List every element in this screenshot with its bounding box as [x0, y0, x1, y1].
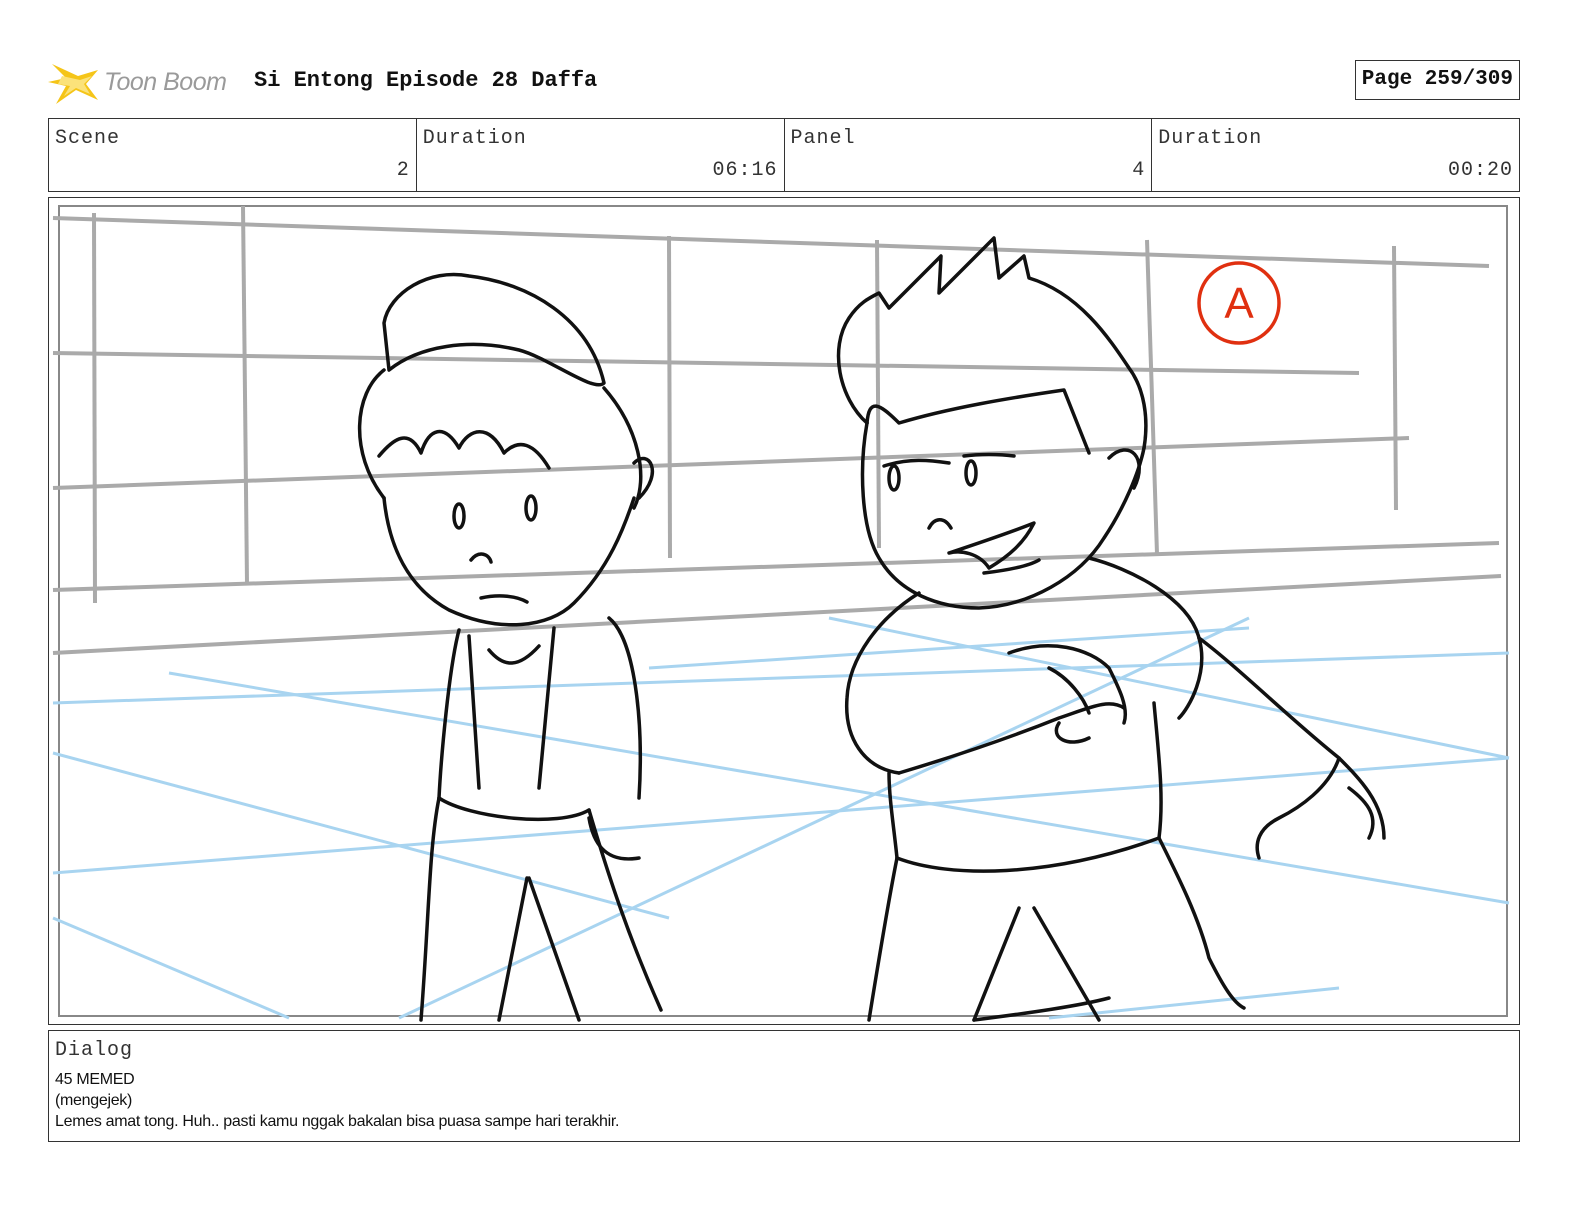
page-header: Toon Boom Si Entong Episode 28 Daffa Pag… [48, 52, 1520, 108]
panel-cell: Panel 4 [785, 119, 1153, 191]
scene-cell: Scene 2 [49, 119, 417, 191]
scene-info-row: Scene 2 Duration 06:16 Panel 4 Duration … [48, 118, 1520, 192]
scene-duration-value: 06:16 [712, 159, 778, 182]
scene-value: 2 [396, 159, 410, 182]
panel-value: 4 [1132, 159, 1146, 182]
angle-marker: A [1197, 261, 1281, 345]
panel-sketch: A [52, 205, 1510, 1022]
document-title: Si Entong Episode 28 Daffa [254, 68, 598, 93]
angle-marker-text: A [1224, 279, 1254, 328]
panel-duration-cell: Duration 00:20 [1152, 119, 1519, 191]
panel-duration-label: Duration [1158, 127, 1263, 150]
storyboard-panel: A [48, 197, 1520, 1025]
dialog-line: Lemes amat tong. Huh.. pasti kamu nggak … [55, 1113, 620, 1130]
dialog-line: (mengejek) [55, 1092, 133, 1109]
scene-duration-label: Duration [422, 127, 527, 150]
floor-guides [52, 616, 1510, 1020]
starburst-icon [48, 64, 98, 104]
panel-duration-value: 00:20 [1447, 159, 1513, 182]
character-right [836, 236, 1386, 1022]
logo-text: Toon Boom [104, 68, 227, 96]
character-left [357, 272, 663, 1022]
dialog-box: Dialog 45 MEMED (mengejek) Lemes amat to… [48, 1030, 1520, 1142]
panel-label: Panel [790, 127, 856, 150]
dialog-line: 45 MEMED [55, 1071, 135, 1088]
scene-duration-cell: Duration 06:16 [417, 119, 785, 191]
wall-guides [52, 205, 1502, 655]
dialog-label: Dialog [55, 1039, 134, 1062]
scene-label: Scene [55, 127, 121, 150]
page-number: Page 259/309 [1354, 60, 1520, 100]
toon-boom-logo: Toon Boom [48, 56, 238, 108]
